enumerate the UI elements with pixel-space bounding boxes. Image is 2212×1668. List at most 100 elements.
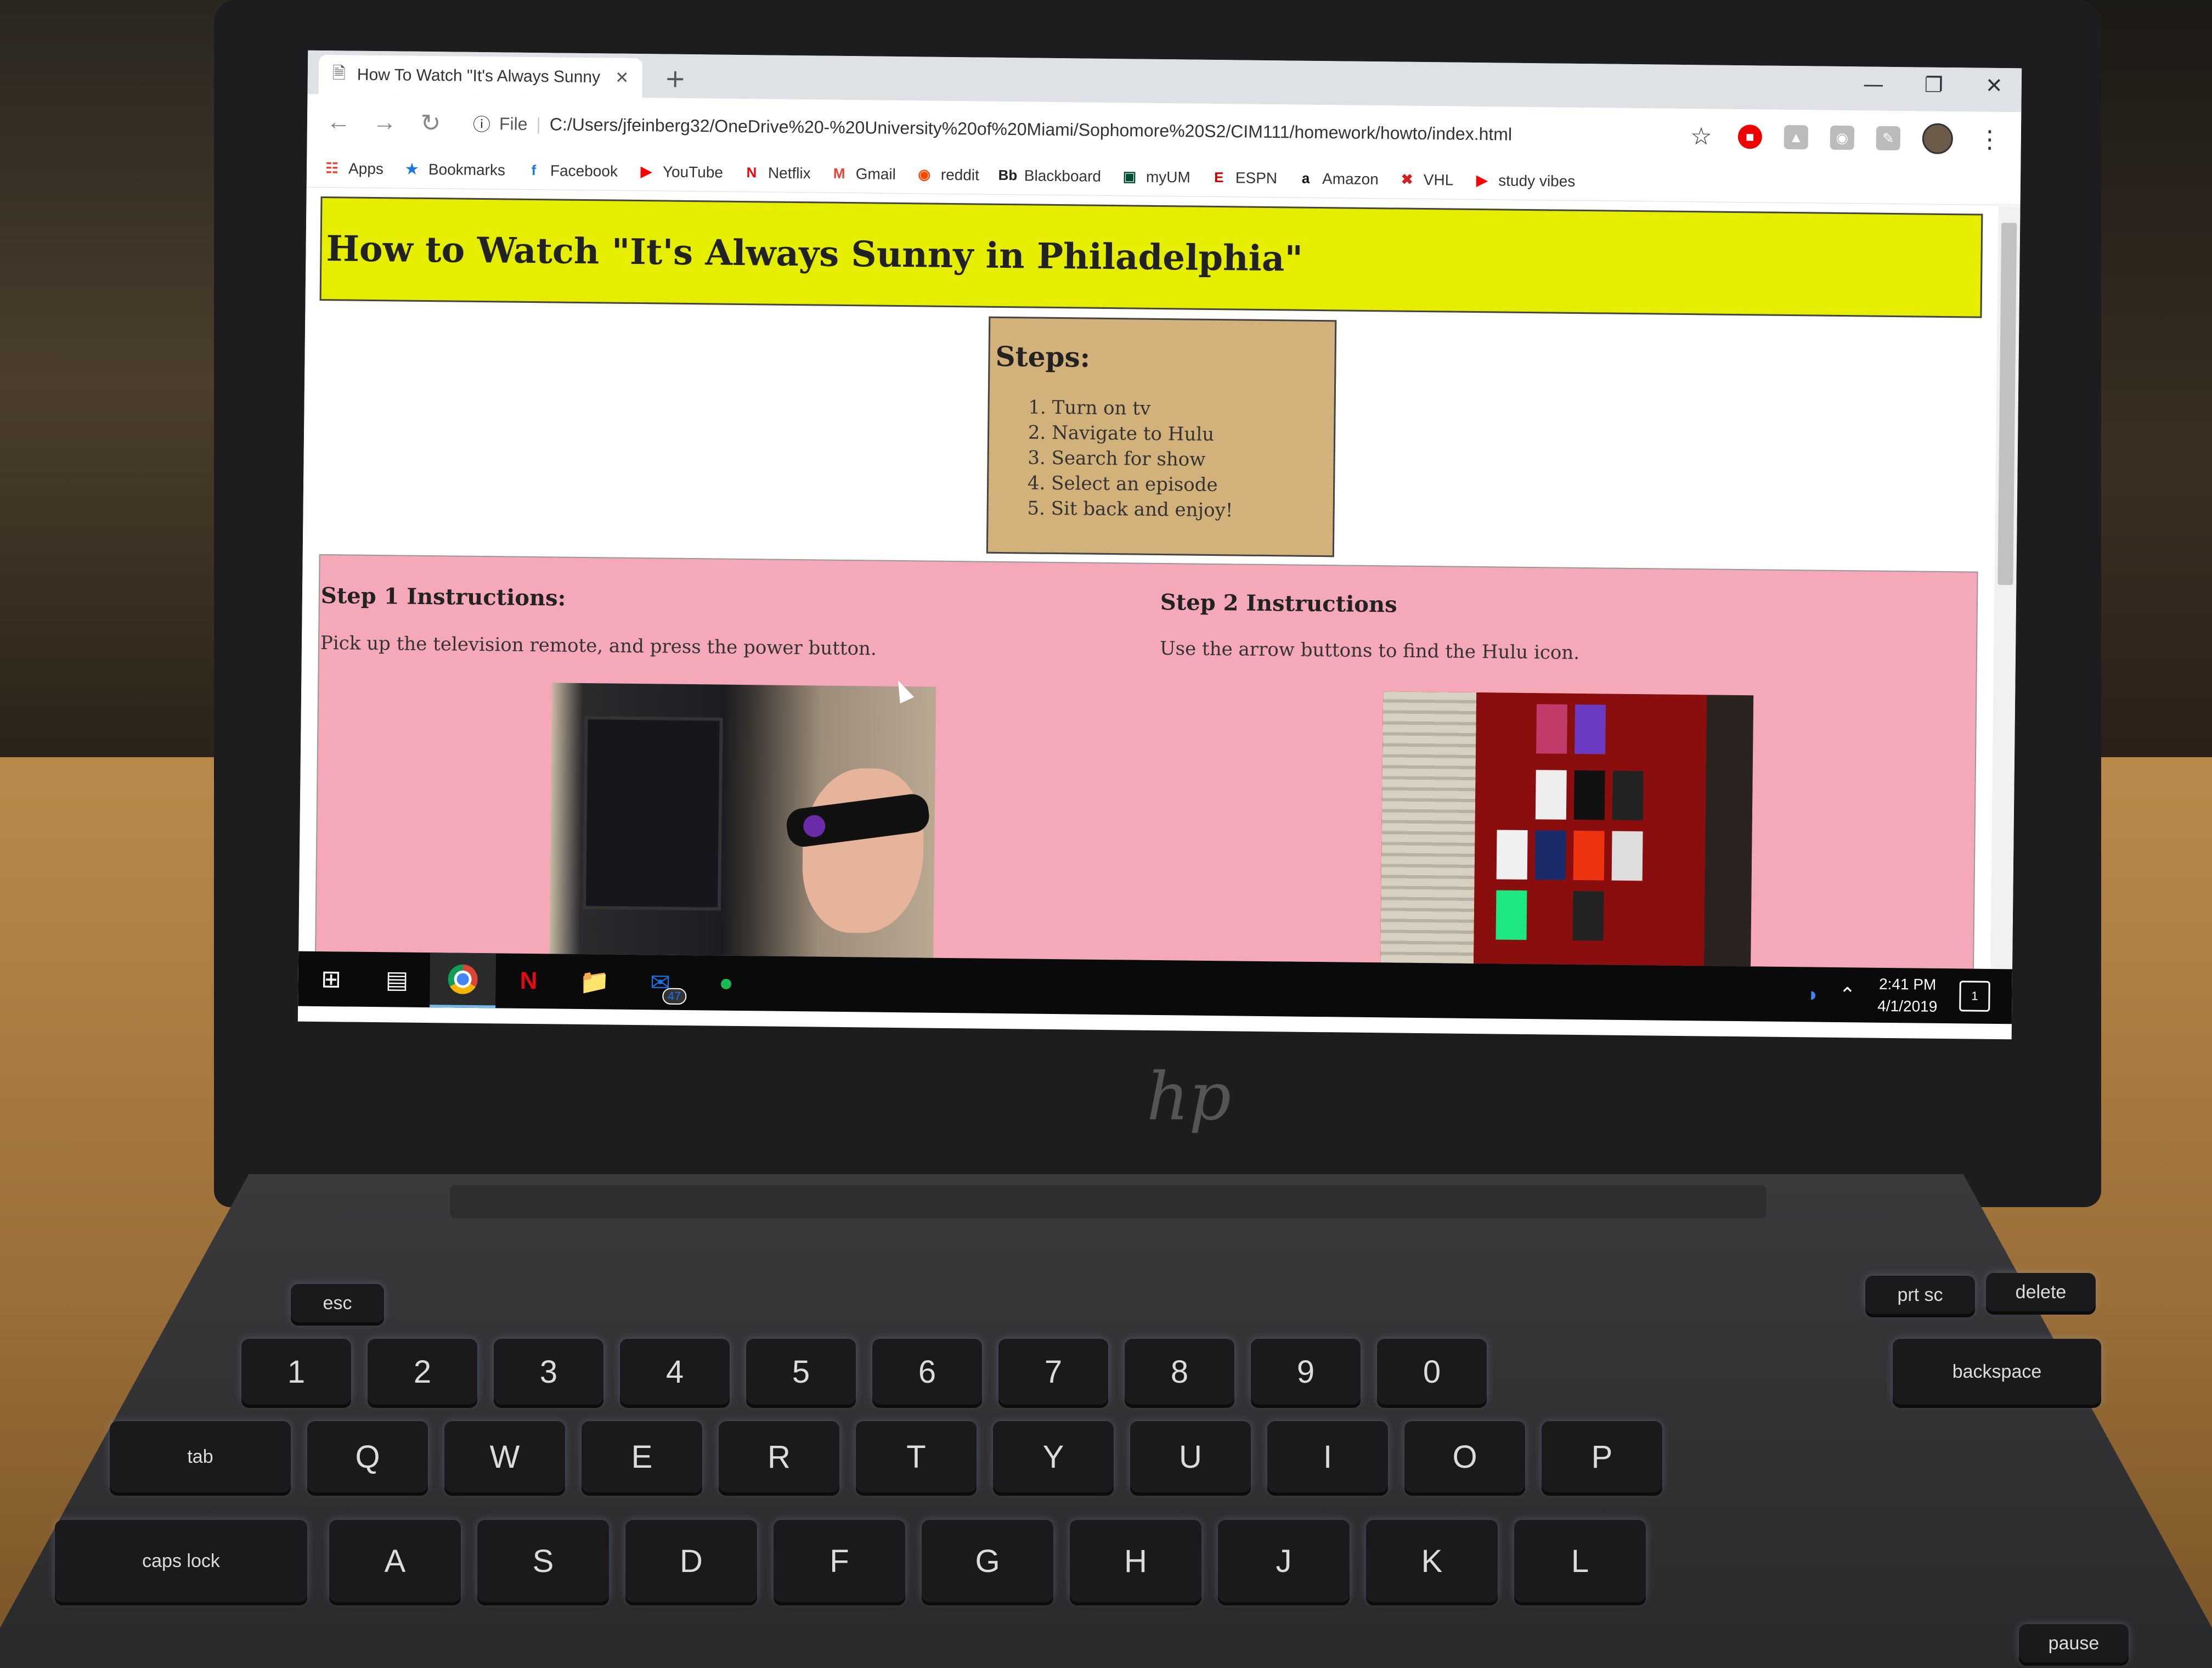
key-5[interactable]: 5 (746, 1339, 856, 1405)
blackboard-icon: Bb (998, 166, 1018, 184)
key-a[interactable]: A (329, 1520, 461, 1602)
key-0[interactable]: 0 (1377, 1339, 1487, 1405)
address-bar[interactable]: ⓘ File | C:/Users/jfeinberg32/OneDrive%2… (462, 104, 1671, 155)
chevron-up-icon[interactable]: ⌃ (1839, 983, 1856, 1006)
key-caps-lock[interactable]: caps lock (55, 1520, 307, 1602)
key-t[interactable]: T (856, 1421, 977, 1492)
minimize-icon[interactable]: — (1857, 72, 1890, 97)
youtube-icon: ▶ (1476, 172, 1488, 189)
key-u[interactable]: U (1130, 1421, 1251, 1492)
bookmark-apps[interactable]: ☷ Apps (323, 159, 383, 177)
extension-icon[interactable]: ▲ (1784, 125, 1809, 150)
extension-icon[interactable]: ◉ (1830, 125, 1855, 150)
netflix-taskbar-icon[interactable]: N (495, 953, 562, 1008)
menu-kebab-icon[interactable]: ⋮ (1975, 125, 2005, 154)
key-1[interactable]: 1 (241, 1339, 351, 1405)
bookmark-gmail[interactable]: M Gmail (831, 165, 896, 183)
amazon-icon: a (1301, 170, 1310, 187)
system-clock[interactable]: 2:41 PM 4/1/2019 (1877, 973, 1938, 1018)
forward-icon[interactable]: → (370, 109, 400, 137)
bookmark-youtube[interactable]: ▶ YouTube (637, 162, 723, 181)
close-window-icon[interactable]: ✕ (1978, 74, 2011, 98)
mail-taskbar-icon[interactable]: ✉ 47 (627, 955, 693, 1010)
key-s[interactable]: S (477, 1520, 609, 1602)
url-separator: | (536, 114, 541, 134)
profile-avatar[interactable] (1922, 123, 1954, 155)
scrollbar-thumb[interactable] (1997, 223, 2017, 585)
key-h[interactable]: H (1070, 1520, 1201, 1602)
restore-icon[interactable]: ❐ (1917, 72, 1950, 97)
key-prtsc[interactable]: prt sc (1865, 1276, 1975, 1314)
web-page: How to Watch "It's Always Sunny in Phila… (298, 188, 1999, 969)
windows-start-icon[interactable]: ⊞ (298, 951, 364, 1007)
key-w[interactable]: W (444, 1421, 565, 1492)
bookmark-bookmarks[interactable]: ★ Bookmarks (403, 160, 505, 179)
bookmark-label: Apps (348, 159, 384, 177)
key-9[interactable]: 9 (1251, 1339, 1361, 1405)
adblock-extension-icon[interactable]: ■ (1737, 124, 1763, 149)
step-item: Select an episode (1051, 471, 1328, 499)
bookmark-vhl[interactable]: ✖ VHL (1398, 171, 1454, 189)
back-icon[interactable]: ← (324, 108, 354, 136)
bookmark-label: VHL (1423, 171, 1454, 189)
laptop-screen: 🗎 How To Watch "It's Always Sunny ✕ + — … (297, 50, 2022, 1040)
key-k[interactable]: K (1366, 1520, 1498, 1602)
reload-icon[interactable]: ↻ (416, 109, 446, 137)
key-l[interactable]: L (1514, 1520, 1646, 1602)
steps-box: Steps: Turn on tvNavigate to HuluSearch … (986, 316, 1337, 557)
youtube-icon: ▶ (640, 163, 652, 180)
bookmark-amazon[interactable]: a Amazon (1297, 170, 1379, 188)
key-y[interactable]: Y (993, 1421, 1114, 1492)
bookmark-label: Gmail (855, 165, 896, 183)
bookmark-myum[interactable]: ▣ myUM (1121, 168, 1190, 186)
bookmark-label: study vibes (1498, 171, 1576, 190)
bookmark-blackboard[interactable]: Bb Blackboard (998, 166, 1101, 185)
clock-date: 4/1/2019 (1877, 997, 1938, 1015)
key-j[interactable]: J (1218, 1520, 1350, 1602)
bookmark-reddit[interactable]: ◉ reddit (916, 166, 979, 184)
steps-list: Turn on tvNavigate to HuluSearch for sho… (994, 395, 1328, 524)
key-tab[interactable]: tab (110, 1421, 291, 1492)
key-7[interactable]: 7 (998, 1339, 1108, 1405)
bookmark-study-vibes[interactable]: ▶ study vibes (1473, 171, 1575, 190)
key-3[interactable]: 3 (494, 1339, 603, 1405)
key-p[interactable]: P (1542, 1421, 1662, 1492)
key-f[interactable]: F (774, 1520, 905, 1602)
hp-logo: hp (1147, 1059, 1232, 1135)
key-o[interactable]: O (1404, 1421, 1525, 1492)
bookmark-espn[interactable]: E ESPN (1210, 168, 1277, 187)
spotify-taskbar-icon[interactable]: ● (693, 955, 759, 1011)
bookmark-facebook[interactable]: f Facebook (525, 161, 618, 180)
task-view-icon[interactable]: ▤ (364, 952, 430, 1007)
extension-icons: ☆ ■ ▲ ◉ ✎ ⋮ (1686, 121, 2005, 155)
info-icon[interactable]: ⓘ (473, 111, 490, 136)
notification-center-icon[interactable]: 1 (1959, 980, 1990, 1012)
key-8[interactable]: 8 (1125, 1339, 1234, 1405)
key-2[interactable]: 2 (368, 1339, 477, 1405)
browser-tab[interactable]: 🗎 How To Watch "It's Always Sunny ✕ (318, 54, 643, 98)
bookmark-label: reddit (940, 166, 980, 184)
file-explorer-icon[interactable]: 📁 (561, 954, 628, 1010)
key-r[interactable]: R (719, 1421, 839, 1492)
key-i[interactable]: I (1267, 1421, 1388, 1492)
mail-badge: 47 (662, 988, 687, 1005)
key-pause[interactable]: pause (2019, 1624, 2129, 1663)
key-4[interactable]: 4 (620, 1339, 730, 1405)
pdf-extension-icon[interactable]: ✎ (1876, 126, 1901, 151)
key-q[interactable]: Q (307, 1421, 428, 1492)
key-esc[interactable]: esc (291, 1284, 384, 1322)
close-tab-icon[interactable]: ✕ (614, 68, 630, 88)
key-delete[interactable]: delete (1986, 1273, 2096, 1311)
new-tab-button[interactable]: + (659, 61, 692, 95)
bookmark-netflix[interactable]: N Netflix (743, 164, 811, 182)
tray-app-icon[interactable]: ◑ (1805, 983, 1817, 1006)
step2-text: Use the arrow buttons to find the Hulu i… (1159, 638, 1580, 664)
key-e[interactable]: E (582, 1421, 702, 1492)
key-d[interactable]: D (625, 1520, 757, 1602)
chrome-taskbar-icon[interactable] (430, 953, 496, 1008)
step-item: Sit back and enjoy! (1051, 496, 1327, 524)
key-g[interactable]: G (922, 1520, 1053, 1602)
bookmark-star-icon[interactable]: ☆ (1686, 122, 1717, 151)
key-backspace[interactable]: backspace (1893, 1339, 2101, 1405)
key-6[interactable]: 6 (872, 1339, 982, 1405)
